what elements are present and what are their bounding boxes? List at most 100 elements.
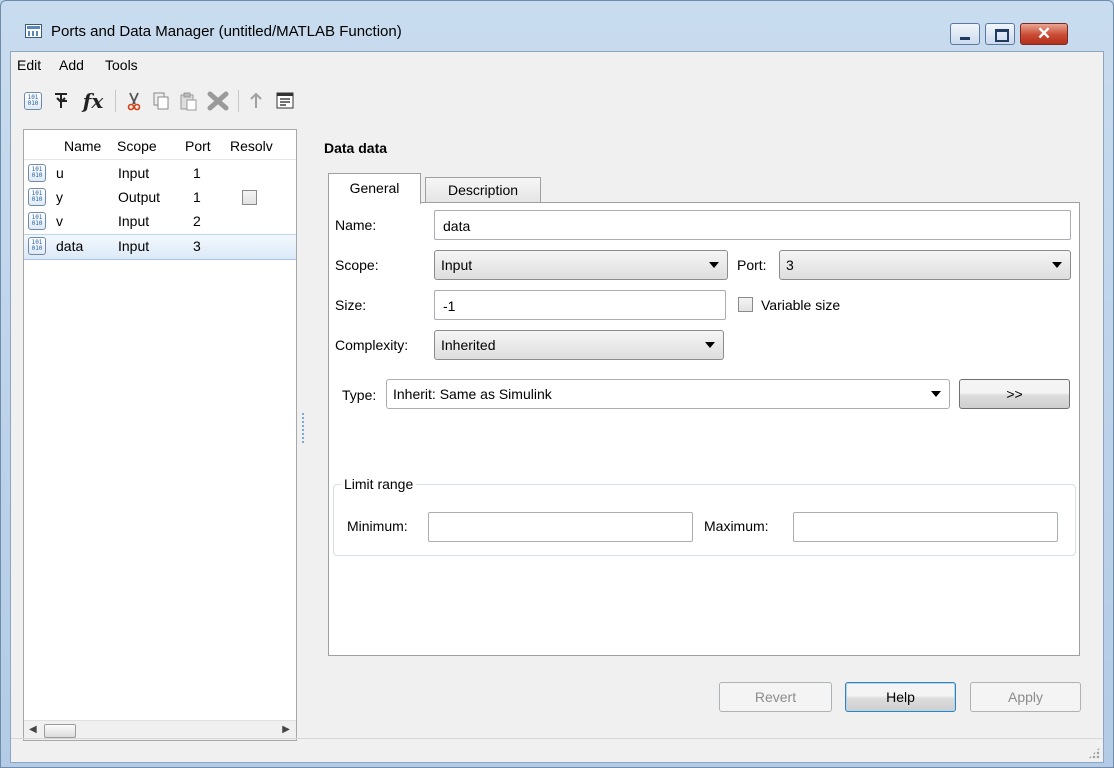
name-field[interactable]: data <box>434 210 1071 240</box>
data-icon: 101 010 <box>28 164 46 182</box>
scope-value: Input <box>441 257 473 273</box>
row-port: 1 <box>193 165 201 181</box>
row-scope: Input <box>118 165 150 181</box>
scroll-left-icon[interactable]: ◀ <box>29 724 37 735</box>
move-up-button[interactable] <box>245 90 267 112</box>
paste-button[interactable] <box>177 90 199 112</box>
size-field[interactable]: -1 <box>434 290 726 320</box>
scroll-thumb[interactable] <box>44 724 76 738</box>
delete-icon <box>207 91 229 111</box>
row-scope: Output <box>118 189 161 205</box>
help-button[interactable]: Help <box>845 682 956 712</box>
maximum-label: Maximum: <box>704 518 769 534</box>
menu-add[interactable]: Add <box>59 57 84 73</box>
port-value: 3 <box>786 257 794 273</box>
variable-size-label: Variable size <box>761 297 841 313</box>
toolbar: 101 010 fx <box>11 80 1103 116</box>
complexity-label: Complexity: <box>335 337 409 353</box>
details-title: Data data <box>324 140 388 156</box>
model-explorer-button[interactable] <box>274 90 296 112</box>
tab-description[interactable]: Description <box>425 177 541 203</box>
row-name: u <box>56 165 64 181</box>
complexity-dropdown[interactable]: Inherited <box>434 330 724 360</box>
table-row[interactable]: 101 010 y Output 1 <box>24 186 296 210</box>
horizontal-scrollbar[interactable]: ◀ ▶ <box>24 720 296 740</box>
scroll-right-icon[interactable]: ▶ <box>282 724 290 735</box>
type-value[interactable]: Inherit: Same as Simulink <box>393 386 552 402</box>
toolbar-separator <box>115 90 116 112</box>
data-list-header: Name Scope Port Resolv <box>24 130 296 160</box>
minimize-button[interactable] <box>950 23 980 45</box>
add-data-icon: 101 010 <box>24 92 42 110</box>
move-up-icon <box>250 92 262 108</box>
data-icon: 101 010 <box>28 188 46 206</box>
limit-range-title: Limit range <box>341 476 417 492</box>
scope-dropdown[interactable]: Input <box>434 250 728 280</box>
data-icon: 101 010 <box>28 212 46 230</box>
chevron-down-icon[interactable] <box>931 391 941 397</box>
column-header-scope[interactable]: Scope <box>117 138 157 154</box>
complexity-value: Inherited <box>441 337 496 353</box>
add-function-button[interactable]: fx <box>78 89 108 113</box>
row-name: y <box>56 189 63 205</box>
row-name: data <box>56 238 84 254</box>
data-type-assistant-button[interactable]: >> <box>959 379 1070 409</box>
add-function-icon: fx <box>82 89 104 113</box>
maximum-field[interactable] <box>793 512 1058 542</box>
type-combobox[interactable]: Inherit: Same as Simulink <box>386 379 950 409</box>
row-port: 3 <box>193 238 201 254</box>
add-event-icon <box>55 93 67 108</box>
window-app-icon <box>25 24 42 38</box>
port-dropdown[interactable]: 3 <box>779 250 1071 280</box>
data-icon: 101 010 <box>28 237 46 255</box>
tab-general[interactable]: General <box>328 173 421 204</box>
client-area: Edit Add Tools 101 010 fx Name Scope Por… <box>10 51 1104 763</box>
resize-grip-icon[interactable] <box>1088 747 1100 759</box>
cut-icon <box>127 92 141 111</box>
model-explorer-icon <box>276 92 294 109</box>
size-label: Size: <box>335 297 367 313</box>
splitter-handle[interactable] <box>302 413 304 443</box>
add-data-button[interactable]: 101 010 <box>22 90 44 112</box>
minimum-label: Minimum: <box>347 518 408 534</box>
variable-size-checkbox[interactable] <box>738 297 753 312</box>
row-port: 1 <box>193 189 201 205</box>
menu-tools[interactable]: Tools <box>105 57 138 73</box>
table-row[interactable]: 101 010 u Input 1 <box>24 162 296 186</box>
add-event-button[interactable] <box>51 90 73 112</box>
type-label: Type: <box>342 387 377 403</box>
row-name: v <box>56 213 63 229</box>
column-header-name[interactable]: Name <box>64 138 101 154</box>
row-port: 2 <box>193 213 201 229</box>
status-bar <box>11 738 1103 762</box>
row-scope: Input <box>118 238 150 254</box>
data-list-panel: Name Scope Port Resolv 101 010 u Input 1… <box>23 129 297 741</box>
resolve-checkbox[interactable] <box>242 190 257 205</box>
revert-button[interactable]: Revert <box>719 682 832 712</box>
close-button[interactable]: ✕ <box>1020 23 1068 45</box>
table-row-selected[interactable]: 101 010 data Input 3 <box>24 234 296 260</box>
close-icon: ✕ <box>1036 24 1052 43</box>
chevron-down-icon <box>1052 262 1062 268</box>
menu-bar: Edit Add Tools <box>11 52 1103 78</box>
row-scope: Input <box>118 213 150 229</box>
title-bar[interactable]: Ports and Data Manager (untitled/MATLAB … <box>1 1 1113 49</box>
chevron-down-icon <box>709 262 719 268</box>
window-title: Ports and Data Manager (untitled/MATLAB … <box>51 23 402 40</box>
scope-label: Scope: <box>335 257 379 273</box>
column-header-resolve[interactable]: Resolv <box>230 138 273 154</box>
main-window: Ports and Data Manager (untitled/MATLAB … <box>0 0 1114 768</box>
copy-icon <box>153 92 169 110</box>
table-row[interactable]: 101 010 v Input 2 <box>24 210 296 234</box>
maximize-button[interactable] <box>985 23 1015 45</box>
apply-button[interactable]: Apply <box>970 682 1081 712</box>
name-label: Name: <box>335 217 377 233</box>
cut-button[interactable] <box>123 90 145 112</box>
chevron-down-icon <box>705 342 715 348</box>
copy-button[interactable] <box>150 90 172 112</box>
column-header-port[interactable]: Port <box>185 138 211 154</box>
minimum-field[interactable] <box>428 512 693 542</box>
menu-edit[interactable]: Edit <box>17 57 41 73</box>
paste-icon <box>180 92 197 111</box>
delete-button[interactable] <box>204 90 232 112</box>
